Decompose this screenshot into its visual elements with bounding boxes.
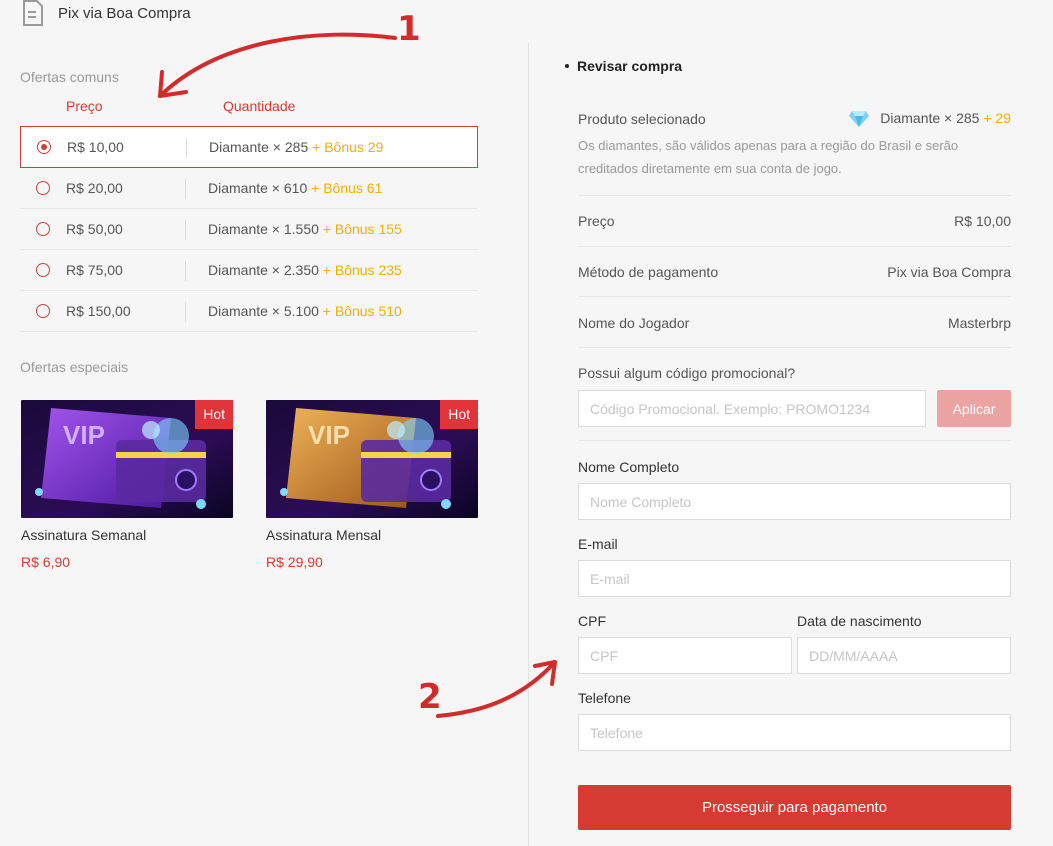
selected-product-block: Produto selecionado Diamante × 285 + 29 … bbox=[578, 110, 1011, 180]
offer-bonus: + Bônus 155 bbox=[322, 221, 402, 237]
column-separator bbox=[185, 179, 186, 199]
offer-list: R$ 10,00 Diamante × 285 + Bônus 29 R$ 20… bbox=[20, 126, 478, 332]
apply-button[interactable]: Aplicar bbox=[937, 390, 1011, 427]
divider bbox=[578, 347, 1011, 348]
birthdate-input[interactable] bbox=[797, 637, 1011, 674]
special-offer-name[interactable]: Assinatura Mensal bbox=[266, 527, 478, 543]
radio-unselected[interactable] bbox=[36, 304, 50, 318]
birthdate-label: Data de nascimento bbox=[797, 613, 922, 629]
col-quantity-header: Quantidade bbox=[223, 98, 296, 114]
special-offer-monthly[interactable]: VIP Hot Assinatura Mensal R$ 29,90 bbox=[266, 400, 478, 570]
fullname-label: Nome Completo bbox=[578, 459, 680, 475]
payment-method-header: Pix via Boa Compra bbox=[22, 0, 191, 26]
offer-quantity: Diamante × 610 + Bônus 61 bbox=[208, 180, 383, 196]
promo-code-input[interactable] bbox=[578, 390, 926, 427]
document-icon bbox=[23, 0, 43, 26]
arrow-1 bbox=[158, 32, 397, 98]
phone-label: Telefone bbox=[578, 690, 631, 706]
bullet-icon bbox=[565, 64, 569, 68]
radio-selected[interactable] bbox=[37, 140, 51, 154]
price-value: R$ 10,00 bbox=[954, 213, 1011, 229]
annotation-number-2: 2 bbox=[418, 677, 442, 717]
divider bbox=[578, 195, 1011, 196]
annotation-number-1: 1 bbox=[397, 9, 421, 49]
offer-quantity: Diamante × 2.350 + Bônus 235 bbox=[208, 262, 402, 278]
cpf-input[interactable] bbox=[578, 637, 792, 674]
offer-quantity: Diamante × 1.550 + Bônus 155 bbox=[208, 221, 402, 237]
offer-bonus: + Bônus 61 bbox=[311, 180, 383, 196]
arrowhead-1 bbox=[158, 70, 188, 98]
offer-price: R$ 50,00 bbox=[66, 221, 123, 237]
promo-row: Aplicar bbox=[578, 390, 1011, 427]
special-offer-weekly[interactable]: VIP Hot Assinatura Semanal R$ 6,90 bbox=[21, 400, 233, 570]
col-price-header: Preço bbox=[66, 98, 103, 114]
hot-badge: Hot bbox=[440, 400, 478, 429]
method-value: Pix via Boa Compra bbox=[887, 264, 1011, 280]
radio-unselected[interactable] bbox=[36, 263, 50, 277]
player-name-row: Nome do Jogador Masterbrp bbox=[578, 315, 1011, 331]
offer-row-3[interactable]: R$ 50,00 Diamante × 1.550 + Bônus 155 bbox=[20, 209, 478, 250]
offer-row-5[interactable]: R$ 150,00 Diamante × 5.100 + Bônus 510 bbox=[20, 291, 478, 332]
common-offers-title: Ofertas comuns bbox=[20, 69, 119, 85]
price-label: Preço bbox=[578, 213, 615, 229]
vip-card-image[interactable]: VIP Hot bbox=[266, 400, 478, 518]
offer-bonus: + Bônus 510 bbox=[322, 303, 402, 319]
special-offer-price: R$ 6,90 bbox=[21, 554, 71, 570]
payment-method-row: Método de pagamento Pix via Boa Compra bbox=[578, 264, 1011, 280]
payment-method-label: Pix via Boa Compra bbox=[58, 4, 191, 22]
column-separator bbox=[185, 220, 186, 240]
promo-question: Possui algum código promocional? bbox=[578, 365, 796, 381]
cpf-label: CPF bbox=[578, 613, 606, 629]
offer-quantity: Diamante × 285 + Bônus 29 bbox=[209, 139, 384, 155]
divider bbox=[578, 440, 1011, 441]
arrow-2 bbox=[436, 660, 557, 718]
offer-bonus: + Bônus 235 bbox=[322, 262, 402, 278]
review-title: Revisar compra bbox=[565, 58, 1011, 74]
special-offer-name[interactable]: Assinatura Semanal bbox=[21, 527, 233, 543]
hot-badge: Hot bbox=[195, 400, 233, 429]
special-offer-price: R$ 29,90 bbox=[266, 554, 323, 570]
divider bbox=[578, 246, 1011, 247]
proceed-to-payment-button[interactable]: Prosseguir para pagamento bbox=[578, 785, 1011, 830]
offer-bonus: + Bônus 29 bbox=[312, 139, 384, 155]
offer-price: R$ 20,00 bbox=[66, 180, 123, 196]
column-divider bbox=[528, 42, 529, 846]
method-label: Método de pagamento bbox=[578, 264, 719, 280]
offer-price: R$ 75,00 bbox=[66, 262, 123, 278]
svg-text:VIP: VIP bbox=[63, 420, 105, 450]
player-label: Nome do Jogador bbox=[578, 315, 690, 331]
offer-row-2[interactable]: R$ 20,00 Diamante × 610 + Bônus 61 bbox=[20, 168, 478, 209]
diamond-icon bbox=[849, 111, 870, 128]
review-section: Revisar compra bbox=[565, 58, 1011, 74]
region-note: Os diamantes, são válidos apenas para a … bbox=[578, 138, 959, 177]
offer-row-4[interactable]: R$ 75,00 Diamante × 2.350 + Bônus 235 bbox=[20, 250, 478, 291]
product-label: Produto selecionado bbox=[578, 111, 706, 128]
offer-quantity: Diamante × 5.100 + Bônus 510 bbox=[208, 303, 402, 319]
price-row: Preço R$ 10,00 bbox=[578, 213, 1011, 229]
offer-row-1[interactable]: R$ 10,00 Diamante × 285 + Bônus 29 bbox=[20, 126, 478, 168]
offer-price: R$ 150,00 bbox=[66, 303, 131, 319]
column-separator bbox=[186, 138, 187, 158]
email-label: E-mail bbox=[578, 536, 618, 552]
email-input[interactable] bbox=[578, 560, 1011, 597]
svg-text:VIP: VIP bbox=[308, 420, 350, 450]
radio-unselected[interactable] bbox=[36, 222, 50, 236]
player-value: Masterbrp bbox=[947, 315, 1011, 331]
product-value: Diamante × 285 + 29 bbox=[848, 110, 1011, 128]
phone-input[interactable] bbox=[578, 714, 1011, 751]
radio-unselected[interactable] bbox=[36, 181, 50, 195]
vip-card-image[interactable]: VIP Hot bbox=[21, 400, 233, 518]
arrowhead-2 bbox=[533, 660, 557, 686]
column-separator bbox=[185, 261, 186, 281]
special-offers-title: Ofertas especiais bbox=[20, 359, 129, 375]
divider bbox=[578, 296, 1011, 297]
column-separator bbox=[185, 302, 186, 322]
fullname-input[interactable] bbox=[578, 483, 1011, 520]
offer-price: R$ 10,00 bbox=[67, 139, 124, 155]
